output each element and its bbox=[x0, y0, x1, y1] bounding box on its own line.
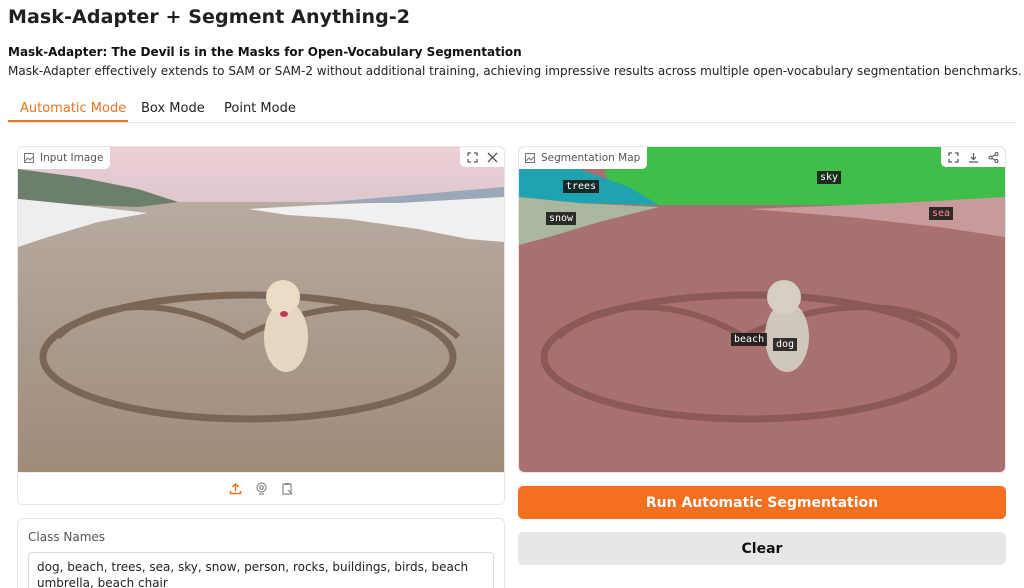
seg-label-snow: snow bbox=[546, 212, 577, 225]
segmentation-map-label: Segmentation Map bbox=[519, 147, 648, 169]
input-image-toolbar bbox=[460, 147, 504, 167]
fullscreen-icon[interactable] bbox=[464, 149, 480, 165]
segmentation-map-panel: sky trees snow sea beach dog Segmentatio… bbox=[518, 146, 1006, 473]
input-image-label-text: Input Image bbox=[40, 152, 104, 164]
image-source-bar bbox=[18, 472, 504, 504]
fullscreen-icon[interactable] bbox=[945, 149, 961, 165]
share-icon[interactable] bbox=[985, 149, 1001, 165]
input-image-label: Input Image bbox=[18, 147, 111, 169]
mode-tabs: Automatic Mode Box Mode Point Mode bbox=[8, 96, 1016, 123]
beach-photo bbox=[18, 147, 504, 472]
run-automatic-segmentation-button[interactable]: Run Automatic Segmentation bbox=[518, 486, 1006, 519]
segmentation-map-toolbar bbox=[941, 147, 1005, 167]
seg-label-sea: sea bbox=[929, 207, 954, 220]
paper-title: Mask-Adapter: The Devil is in the Masks … bbox=[8, 45, 522, 59]
class-names-label: Class Names bbox=[28, 530, 106, 544]
seg-label-dog: dog bbox=[773, 338, 798, 351]
close-icon[interactable] bbox=[484, 149, 500, 165]
tab-point-mode[interactable]: Point Mode bbox=[224, 101, 296, 116]
upload-icon[interactable] bbox=[227, 481, 243, 497]
segmentation-overlay bbox=[519, 147, 1005, 472]
class-names-input[interactable] bbox=[28, 552, 494, 588]
input-image[interactable] bbox=[18, 147, 504, 472]
clipboard-icon[interactable] bbox=[279, 481, 295, 497]
class-names-panel: Class Names bbox=[17, 518, 505, 588]
image-icon bbox=[24, 153, 34, 163]
page-title: Mask-Adapter + Segment Anything-2 bbox=[8, 6, 411, 28]
seg-label-trees: trees bbox=[563, 180, 600, 193]
image-icon bbox=[525, 153, 535, 163]
webcam-icon[interactable] bbox=[253, 481, 269, 497]
clear-button[interactable]: Clear bbox=[518, 532, 1006, 565]
segmentation-map-image bbox=[519, 147, 1005, 472]
description: Mask-Adapter effectively extends to SAM … bbox=[8, 64, 1022, 78]
active-tab-indicator bbox=[8, 120, 128, 122]
segmentation-map-label-text: Segmentation Map bbox=[541, 152, 641, 164]
seg-label-sky: sky bbox=[817, 171, 842, 184]
download-icon[interactable] bbox=[965, 149, 981, 165]
tab-box-mode[interactable]: Box Mode bbox=[141, 101, 205, 116]
tab-automatic-mode[interactable]: Automatic Mode bbox=[20, 101, 126, 116]
input-image-panel: Input Image bbox=[17, 146, 505, 505]
seg-label-beach: beach bbox=[731, 333, 768, 346]
